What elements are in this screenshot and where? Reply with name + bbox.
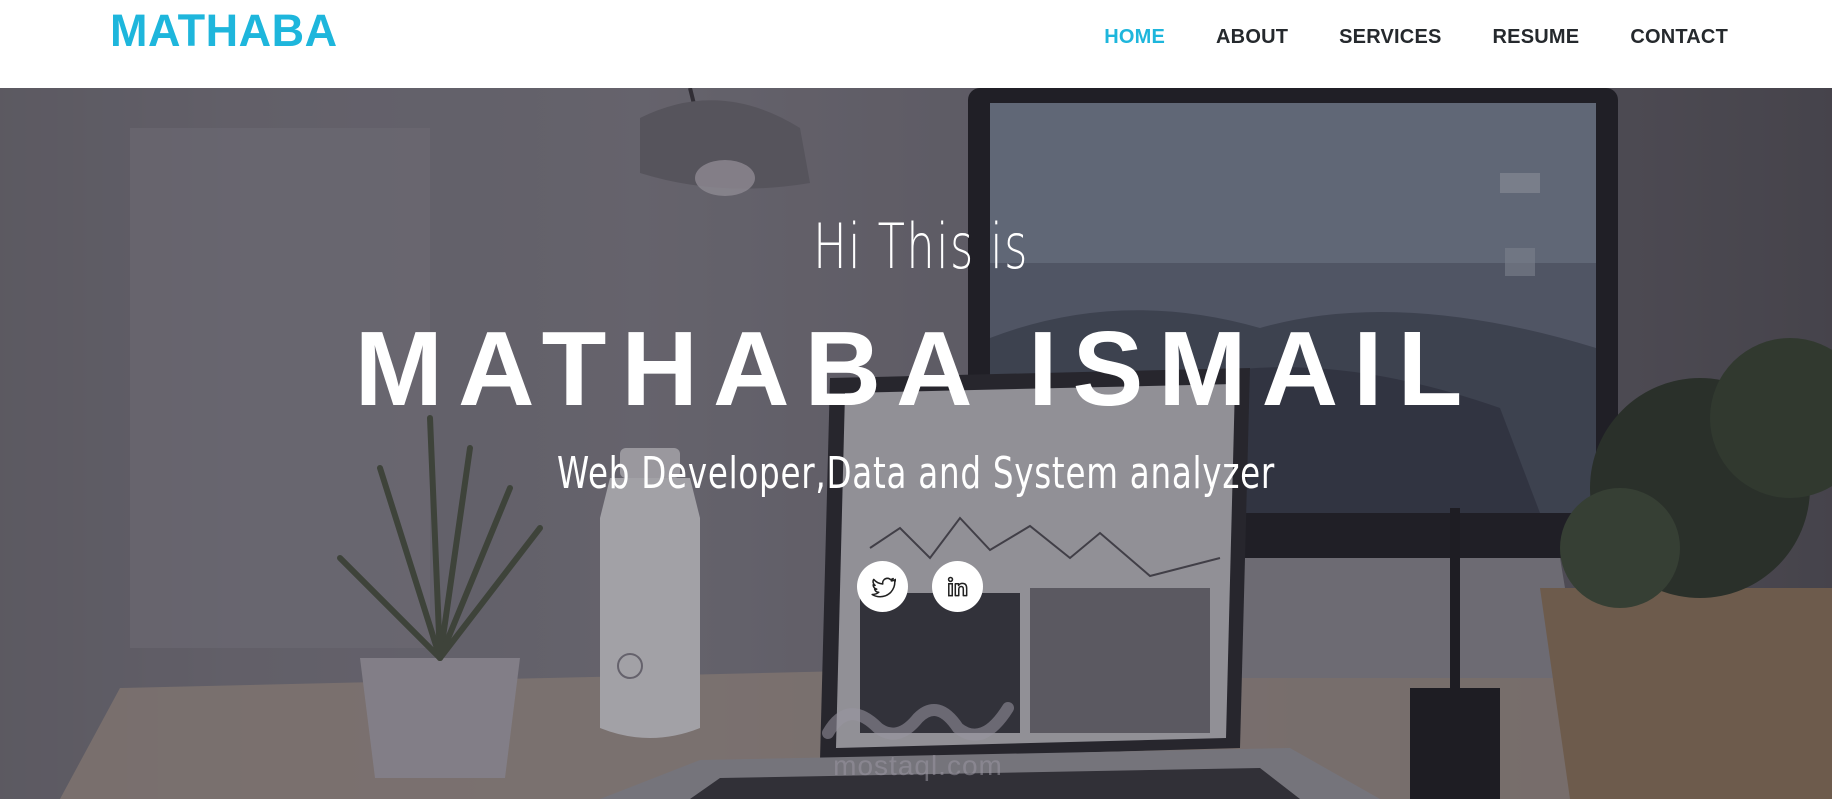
hero-greeting: Hi This is bbox=[813, 210, 1029, 283]
hero-section: Hi This is MATHABA ISMAIL Web Developer,… bbox=[0, 88, 1832, 799]
hero-content: Hi This is MATHABA ISMAIL Web Developer,… bbox=[0, 88, 1832, 799]
nav-link-about[interactable]: ABOUT bbox=[1216, 26, 1288, 48]
twitter-icon bbox=[870, 577, 896, 598]
watermark-logo bbox=[822, 702, 1014, 741]
hero-tagline: Web Developer,Data and System analyzer bbox=[556, 448, 1276, 499]
social-links bbox=[857, 561, 983, 612]
nav-link-contact[interactable]: CONTACT bbox=[1630, 26, 1728, 48]
hero-name: MATHABA ISMAIL bbox=[354, 310, 1478, 428]
nav-link-services[interactable]: SERVICES bbox=[1339, 26, 1441, 48]
mostaql-watermark: mostaql.com bbox=[808, 688, 1028, 798]
main-nav: HOME ABOUT SERVICES RESUME CONTACT bbox=[1104, 26, 1728, 48]
watermark-text: mostaql.com bbox=[833, 750, 1003, 781]
navbar: MATHABA HOME ABOUT SERVICES RESUME CONTA… bbox=[0, 0, 1832, 88]
site-logo[interactable]: MATHABA bbox=[110, 8, 338, 53]
twitter-link[interactable] bbox=[857, 561, 908, 612]
nav-link-resume[interactable]: RESUME bbox=[1493, 26, 1580, 48]
linkedin-link[interactable] bbox=[932, 561, 983, 612]
linkedin-icon bbox=[947, 576, 967, 596]
nav-link-home[interactable]: HOME bbox=[1104, 26, 1165, 48]
